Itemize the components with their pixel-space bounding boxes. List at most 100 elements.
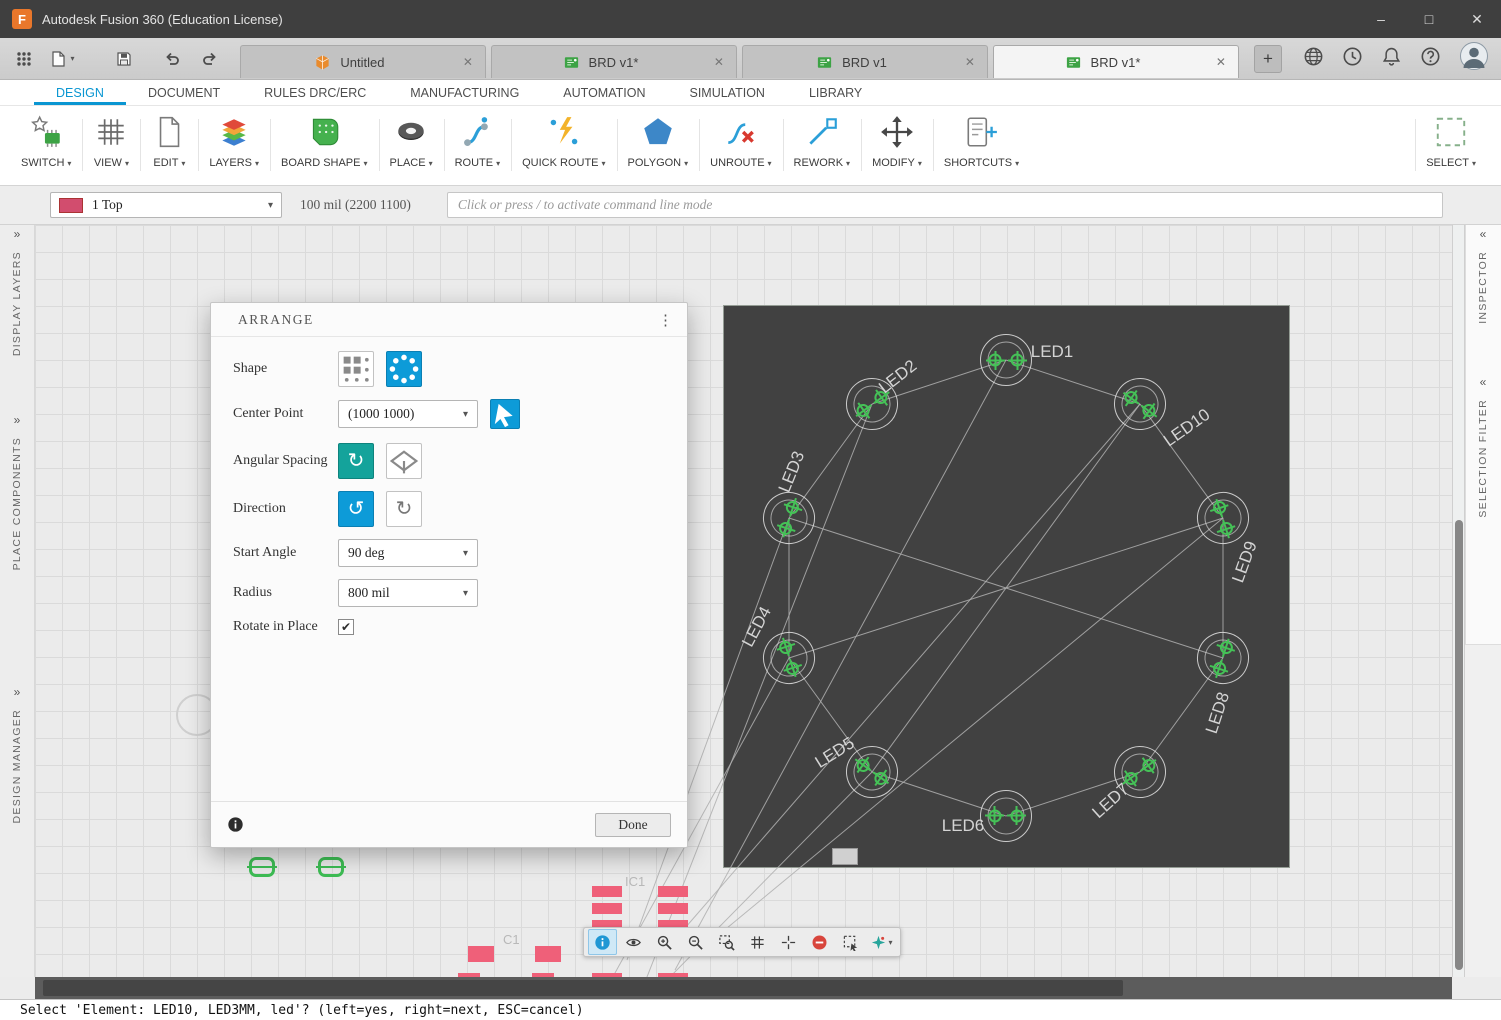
command-line-input[interactable] <box>447 192 1443 218</box>
spark-tools-button[interactable]: ▾ <box>867 929 896 955</box>
tool-quick-route[interactable]: QUICK ROUTE▾ <box>511 109 616 185</box>
right-panel-selection-filter[interactable]: «SELECTION FILTER <box>1465 375 1501 518</box>
done-button[interactable]: Done <box>595 813 671 837</box>
angular-spacing-auto-button[interactable]: ↻ <box>338 443 374 479</box>
stop-button[interactable] <box>805 929 834 955</box>
smd-pad <box>592 903 622 914</box>
document-tab-brd-v1[interactable]: BRD v1✕ <box>742 45 988 78</box>
redo-button[interactable] <box>194 44 226 74</box>
app-menu-button[interactable] <box>8 44 40 74</box>
expand-panel-icon[interactable]: » <box>14 413 21 427</box>
horizontal-scrollbar[interactable] <box>35 977 1452 999</box>
rotate-in-place-checkbox[interactable]: ✔ <box>338 619 354 635</box>
minimize-button[interactable]: – <box>1357 0 1405 38</box>
notifications-button[interactable] <box>1381 46 1402 72</box>
tool-modify[interactable]: MODIFY▾ <box>861 109 933 185</box>
vertical-scrollbar-thumb[interactable] <box>1455 520 1463 970</box>
panel-label: PLACE COMPONENTS <box>11 437 23 570</box>
tool-view[interactable]: VIEW▾ <box>82 109 140 185</box>
direction-ccw-button[interactable]: ↺ <box>338 491 374 527</box>
angular-spacing-custom-button[interactable] <box>386 443 422 479</box>
document-tab-untitled[interactable]: Untitled✕ <box>240 45 486 78</box>
board-file-icon <box>816 54 833 71</box>
expand-panel-icon[interactable]: » <box>14 685 21 699</box>
zoom-fit-button[interactable] <box>712 929 741 955</box>
visibility-button[interactable] <box>619 929 648 955</box>
marquee-select-button[interactable] <box>836 929 865 955</box>
new-tab-button[interactable]: + <box>1254 45 1282 73</box>
ribbon-tab-bar: DESIGNDOCUMENTRULES DRC/ERCMANUFACTURING… <box>0 80 1501 106</box>
job-status-button[interactable] <box>1342 46 1363 72</box>
tool-route[interactable]: ROUTE▾ <box>444 109 512 185</box>
close-button[interactable]: ✕ <box>1453 0 1501 38</box>
document-tab-brd-v1[interactable]: BRD v1*✕ <box>491 45 737 78</box>
undo-icon <box>163 50 181 68</box>
tool-place[interactable]: PLACE▾ <box>379 109 444 185</box>
place-icon <box>393 114 429 150</box>
ribbon-tab-manufacturing[interactable]: MANUFACTURING <box>388 80 541 105</box>
undo-button[interactable] <box>156 44 188 74</box>
left-panel-display-layers[interactable]: »DISPLAY LAYERS <box>0 227 34 356</box>
ribbon-tab-rules-drc-erc[interactable]: RULES DRC/ERC <box>242 80 388 105</box>
document-tab-brd-v1[interactable]: BRD v1*✕ <box>993 45 1239 78</box>
ribbon-tab-document[interactable]: DOCUMENT <box>126 80 242 105</box>
collapse-panel-icon[interactable]: « <box>1480 375 1487 389</box>
start-angle-dropdown[interactable]: 90 deg ▾ <box>338 539 478 567</box>
maximize-button[interactable]: □ <box>1405 0 1453 38</box>
tool-board-shape[interactable]: BOARD SHAPE▾ <box>270 109 378 185</box>
save-button[interactable] <box>108 44 140 74</box>
pick-center-point-button[interactable] <box>490 399 520 429</box>
sync-status-button[interactable] <box>1303 46 1324 72</box>
tool-unroute[interactable]: UNROUTE▾ <box>699 109 782 185</box>
shape-circle-button[interactable] <box>386 351 422 387</box>
zoom-in-icon <box>656 934 673 951</box>
expand-panel-icon[interactable]: » <box>14 227 21 241</box>
tool-rework[interactable]: REWORK▾ <box>783 109 862 185</box>
ribbon-tab-automation[interactable]: AUTOMATION <box>541 80 667 105</box>
dialog-menu-button[interactable]: ⋮ <box>658 311 673 329</box>
tool-switch[interactable]: SWITCH▾ <box>10 109 82 185</box>
radius-dropdown[interactable]: 800 mil ▾ <box>338 579 478 607</box>
ribbon-tab-library[interactable]: LIBRARY <box>787 80 884 105</box>
tab-close-button[interactable]: ✕ <box>459 55 477 69</box>
tool-edit[interactable]: EDIT▾ <box>140 109 198 185</box>
component-label-c1: C1 <box>503 932 520 947</box>
grid-settings-button[interactable] <box>743 929 772 955</box>
info-icon[interactable] <box>227 816 244 833</box>
info-mode-button[interactable] <box>588 929 617 955</box>
zoom-in-button[interactable] <box>650 929 679 955</box>
help-button[interactable] <box>1420 46 1441 72</box>
ribbon-tab-design[interactable]: DESIGN <box>34 80 126 105</box>
direction-cw-button[interactable]: ↻ <box>386 491 422 527</box>
right-panel-rail: «INSPECTOR «SELECTION FILTER <box>1465 225 1501 977</box>
tool-layers[interactable]: LAYERS▾ <box>198 109 270 185</box>
tool-shortcuts[interactable]: SHORTCUTS▾ <box>933 109 1030 185</box>
board-shape-icon <box>306 114 342 150</box>
rotate-cw-icon: ↻ <box>396 499 413 519</box>
snap-crosshair-button[interactable] <box>774 929 803 955</box>
collapse-panel-icon[interactable]: « <box>1480 227 1487 241</box>
right-panel-inspector[interactable]: «INSPECTOR <box>1465 227 1501 324</box>
tool-polygon[interactable]: POLYGON▾ <box>617 109 700 185</box>
vertical-scrollbar[interactable] <box>1452 225 1465 977</box>
tab-close-button[interactable]: ✕ <box>1212 55 1230 69</box>
smd-pad <box>592 973 622 977</box>
ribbon-tab-simulation[interactable]: SIMULATION <box>667 80 786 105</box>
smd-pad <box>468 946 494 962</box>
account-avatar-button[interactable] <box>1459 41 1489 76</box>
zoom-out-button[interactable] <box>681 929 710 955</box>
arrange-dialog-header[interactable]: ARRANGE ⋮ <box>211 303 687 337</box>
horizontal-scrollbar-thumb[interactable] <box>43 980 1123 996</box>
left-panel-place-components[interactable]: » PLACE COMPONENTS <box>0 413 34 570</box>
tab-close-button[interactable]: ✕ <box>961 55 979 69</box>
layer-select-dropdown[interactable]: 1 Top ▾ <box>50 192 282 218</box>
tab-close-button[interactable]: ✕ <box>710 55 728 69</box>
left-panel-design-manager[interactable]: »DESIGN MANAGER <box>0 685 34 823</box>
tool-select[interactable]: SELECT▾ <box>1415 109 1487 185</box>
layer-name: 1 Top <box>92 197 123 213</box>
center-point-dropdown[interactable]: (1000 1000) ▾ <box>338 400 478 428</box>
arrange-dialog-footer: Done <box>211 801 687 847</box>
rework-icon <box>804 114 840 150</box>
file-new-button[interactable]: ▾ <box>46 44 78 74</box>
shape-grid-button[interactable] <box>338 351 374 387</box>
